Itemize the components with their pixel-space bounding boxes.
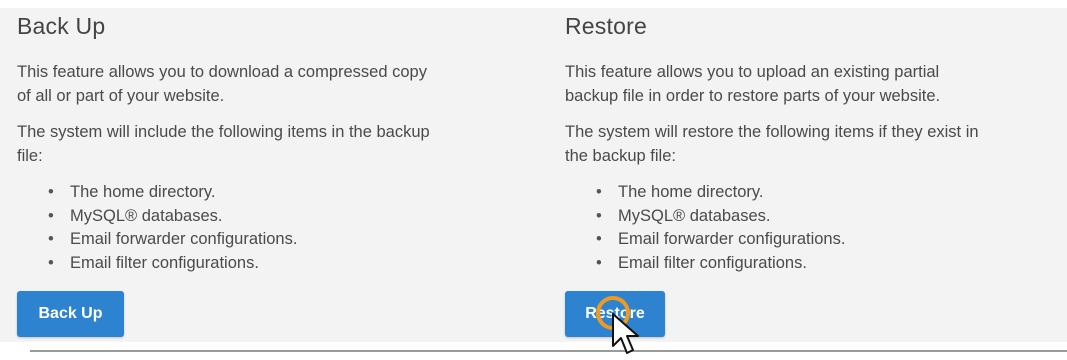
list-item: Email filter configurations. (17, 251, 297, 275)
list-item: The home directory. (565, 180, 845, 204)
backup-items-list: The home directory. MySQL® databases. Em… (17, 180, 297, 274)
restore-items-intro: The system will restore the following it… (565, 120, 979, 168)
backup-description-line2: of all or part of your website. (17, 87, 225, 105)
restore-description: This feature allows you to upload an exi… (565, 60, 940, 108)
restore-description-line2: backup file in order to restore parts of… (565, 87, 941, 105)
backup-description-line1: This feature allows you to download a co… (17, 63, 427, 81)
backup-items-intro-line2: file: (17, 147, 43, 165)
backup-items-intro: The system will include the following it… (17, 120, 430, 168)
backup-button[interactable]: Back Up (17, 291, 124, 337)
list-item: The home directory. (17, 180, 297, 204)
backup-description: This feature allows you to download a co… (17, 60, 427, 108)
restore-title: Restore (565, 13, 647, 39)
list-item: Email filter configurations. (565, 251, 845, 275)
list-item: Email forwarder configurations. (565, 227, 845, 251)
restore-items-list: The home directory. MySQL® databases. Em… (565, 180, 845, 274)
list-item: MySQL® databases. (17, 204, 297, 228)
divider (30, 350, 1067, 352)
arrow-cursor-icon (612, 313, 639, 354)
backup-items-intro-line1: The system will include the following it… (17, 123, 430, 141)
restore-items-intro-line1: The system will restore the following it… (565, 123, 979, 141)
list-item: Email forwarder configurations. (17, 227, 297, 251)
restore-items-intro-line2: the backup file: (565, 147, 676, 165)
list-item: MySQL® databases. (565, 204, 845, 228)
backup-title: Back Up (17, 13, 106, 39)
restore-description-line1: This feature allows you to upload an exi… (565, 63, 940, 81)
